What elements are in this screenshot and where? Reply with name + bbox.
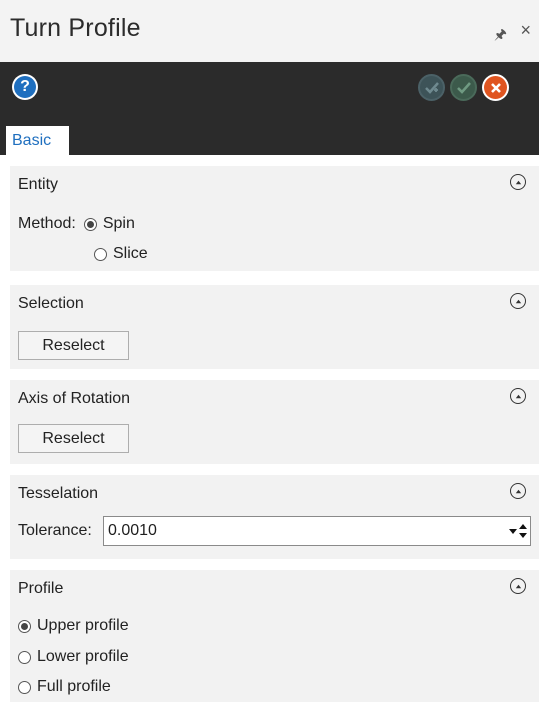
- check-icon: [456, 81, 471, 94]
- section-title: Entity: [18, 176, 59, 193]
- cancel-button[interactable]: [482, 74, 509, 101]
- collapse-icon[interactable]: [510, 388, 526, 404]
- apply-button[interactable]: [418, 74, 445, 101]
- check-plus-icon: [424, 81, 439, 94]
- method-label: Method:: [18, 215, 76, 232]
- selection-reselect-button[interactable]: Reselect: [18, 331, 129, 360]
- radio-full-profile[interactable]: [18, 680, 31, 694]
- help-button[interactable]: ?: [12, 74, 38, 100]
- tolerance-input[interactable]: 0.0010: [103, 516, 531, 546]
- collapse-icon[interactable]: [510, 293, 526, 309]
- help-icon: ?: [14, 76, 36, 98]
- axis-reselect-button[interactable]: Reselect: [18, 424, 129, 453]
- profile-section: Profile Upper profile Lower profile Full…: [10, 570, 539, 702]
- section-title: Selection: [18, 295, 84, 312]
- collapse-icon[interactable]: [510, 578, 526, 594]
- axis-section: Axis of Rotation Reselect: [10, 380, 539, 464]
- radio-upper-profile-label: Upper profile: [37, 617, 129, 634]
- section-title: Profile: [18, 580, 64, 597]
- ok-button[interactable]: [450, 74, 477, 101]
- title-bar: Turn Profile 🖈 ×: [0, 0, 539, 62]
- full-profile-row: Full profile: [18, 678, 111, 696]
- radio-spin-label: Spin: [102, 215, 135, 232]
- tesselation-section: Tesselation Tolerance: 0.0010: [10, 475, 539, 559]
- radio-lower-profile-label: Lower profile: [37, 648, 129, 665]
- tolerance-value: 0.0010: [108, 522, 157, 539]
- selection-section: Selection Reselect: [10, 285, 539, 369]
- radio-slice[interactable]: [94, 247, 107, 261]
- section-title: Axis of Rotation: [18, 390, 131, 407]
- entity-section: Entity Method: Spin Slice: [10, 166, 539, 271]
- pin-icon[interactable]: 🖈: [494, 24, 507, 48]
- tolerance-label: Tolerance:: [18, 522, 92, 539]
- radio-lower-profile[interactable]: [18, 650, 31, 664]
- radio-slice-label: Slice: [113, 245, 148, 262]
- section-title: Tesselation: [18, 485, 99, 502]
- cancel-icon: [484, 76, 507, 99]
- radio-spin[interactable]: [83, 217, 97, 231]
- collapse-icon[interactable]: [510, 174, 526, 190]
- radio-full-profile-label: Full profile: [37, 678, 111, 695]
- radio-upper-profile[interactable]: [18, 619, 31, 633]
- upper-profile-row: Upper profile: [18, 617, 129, 635]
- tolerance-spinner[interactable]: [508, 521, 528, 541]
- panel-title: Turn Profile: [10, 14, 141, 42]
- lower-profile-row: Lower profile: [18, 648, 129, 666]
- dropdown-arrow-icon: [509, 529, 517, 534]
- collapse-icon[interactable]: [510, 483, 526, 499]
- close-icon[interactable]: ×: [520, 20, 531, 41]
- spin-arrows-icon: [519, 524, 527, 538]
- method-row: Method: Spin: [18, 215, 135, 233]
- dialog-toolbar: ? Basic: [0, 62, 539, 155]
- slice-row: Slice: [94, 245, 148, 263]
- tab-basic[interactable]: Basic: [6, 126, 69, 155]
